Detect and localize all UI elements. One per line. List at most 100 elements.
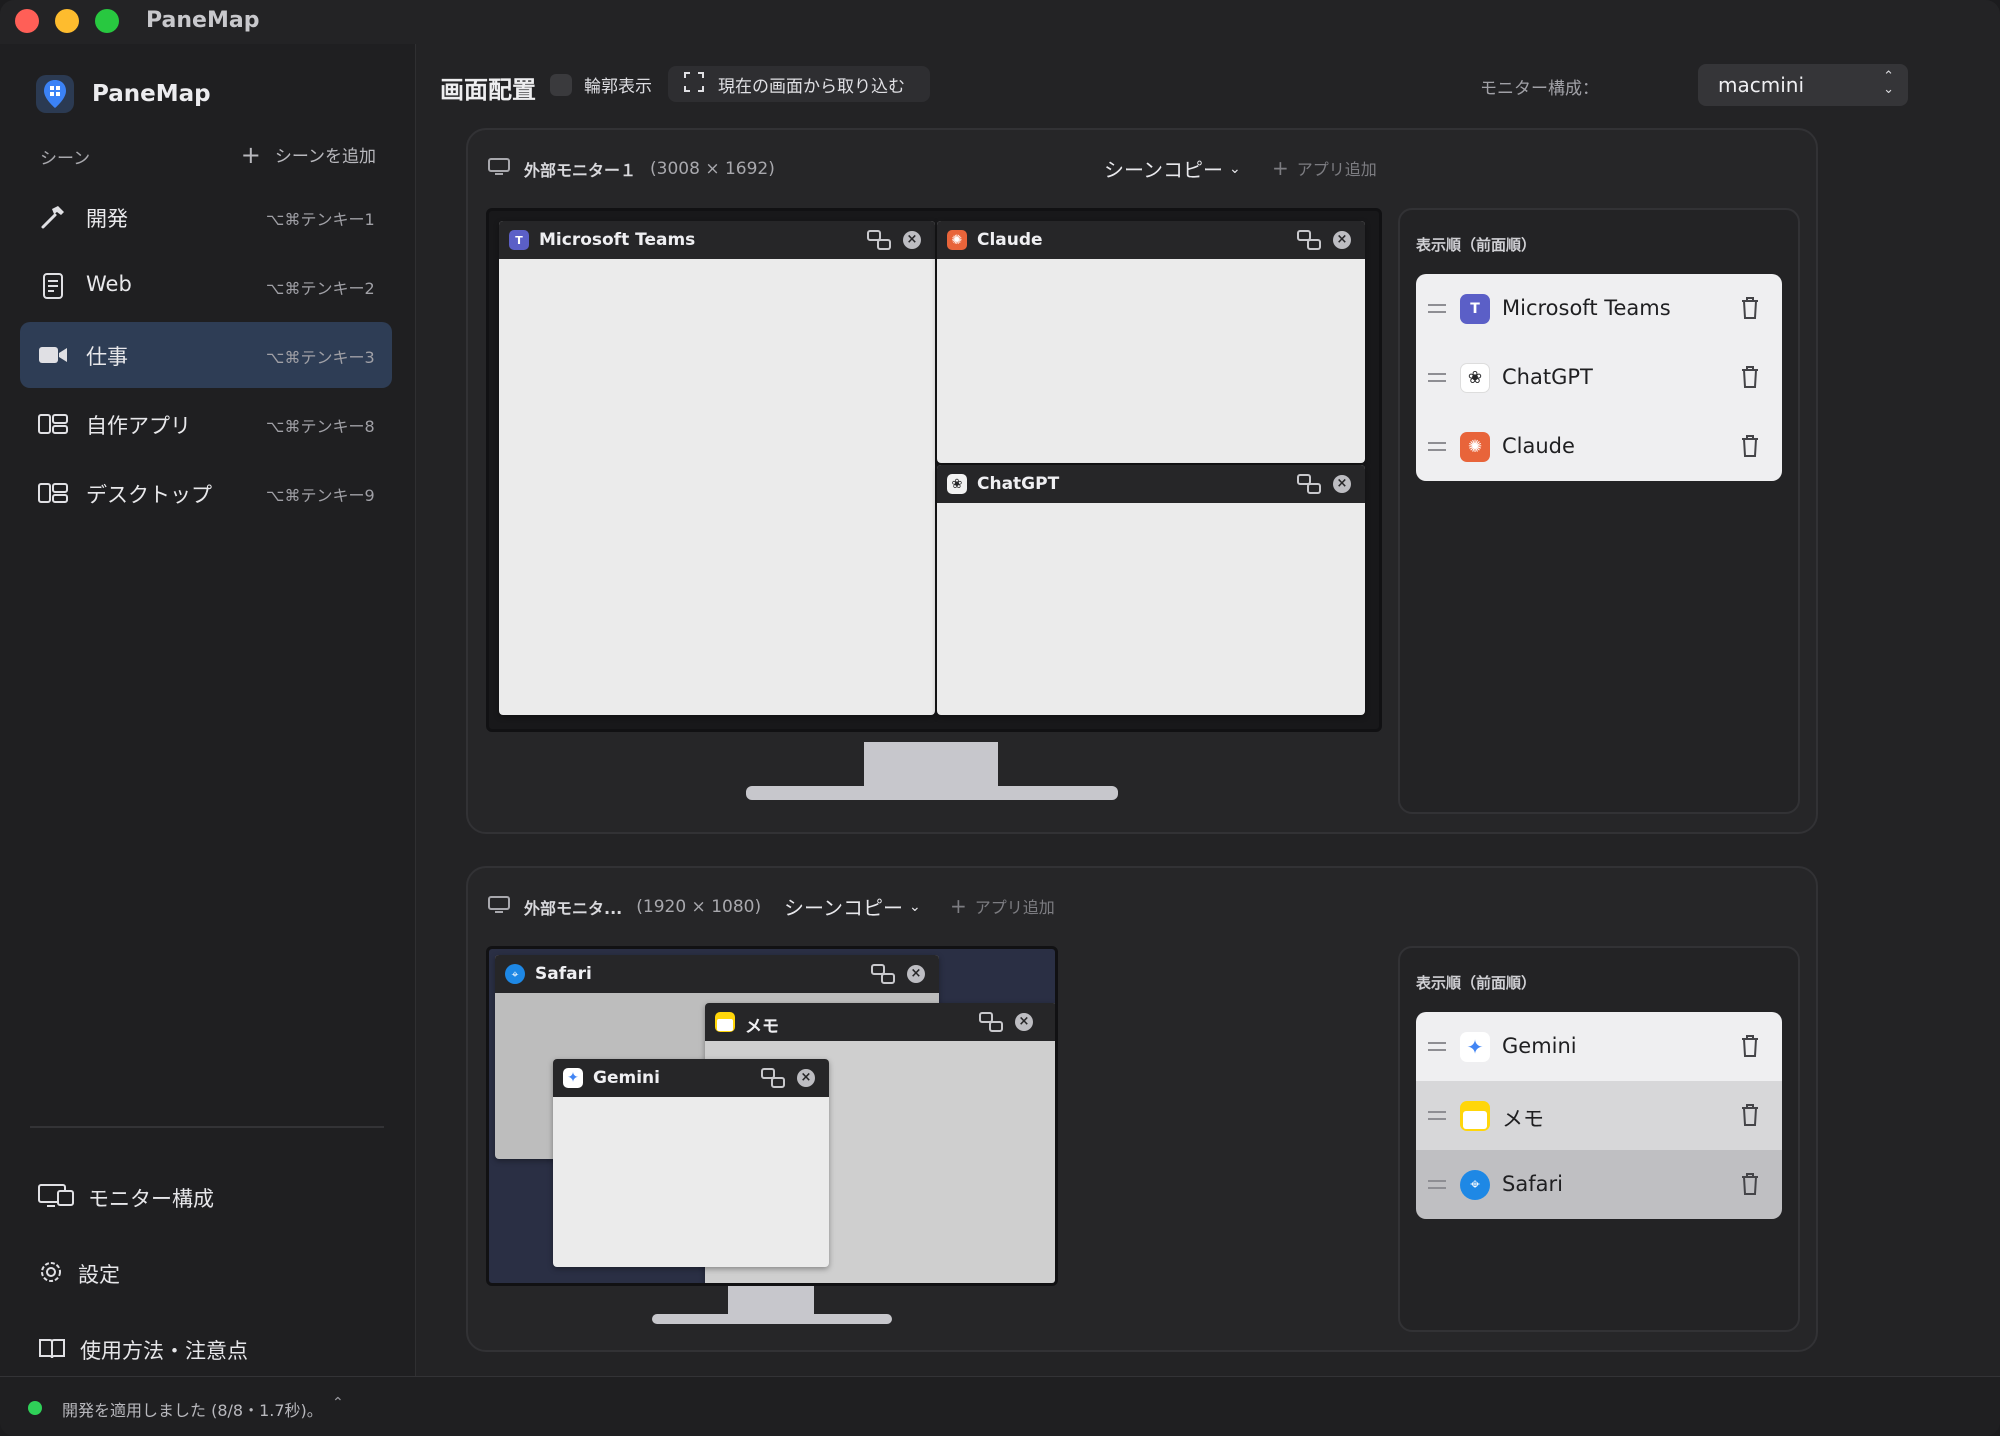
swap-icon[interactable]	[867, 230, 891, 250]
close-icon[interactable]: ×	[797, 1069, 815, 1087]
layout-icon	[38, 410, 68, 438]
monitor-icon	[488, 158, 510, 180]
outline-label: 輪郭表示	[584, 77, 652, 97]
scene-copy-label: シーンコピー	[1104, 158, 1223, 182]
window-title: Safari	[535, 964, 592, 984]
window-title-bar[interactable]: ⌖ Safari ×	[495, 955, 939, 993]
close-icon[interactable]: ×	[907, 965, 925, 983]
stack-order-app-name: Gemini	[1502, 1034, 1577, 1058]
swap-icon[interactable]	[1297, 474, 1321, 494]
scene-shortcut: ⌥⌘テンキー3	[266, 348, 375, 367]
capture-current-screen-button[interactable]: 現在の画面から取り込む	[668, 66, 930, 102]
monitor-resolution: (1920 × 1080)	[636, 897, 762, 917]
trash-icon[interactable]	[1740, 1034, 1760, 1058]
stack-order-panel: 表示順（前面順） ✦ Gemini メモ ⌖ Safari	[1398, 946, 1800, 1332]
scene-item-web[interactable]: Web ⌥⌘テンキー2	[20, 253, 392, 319]
scene-shortcut: ⌥⌘テンキー2	[266, 279, 375, 298]
settings-link[interactable]: 設定	[38, 1254, 120, 1294]
window-microsoft-teams[interactable]: T Microsoft Teams ×	[499, 221, 935, 715]
window-claude[interactable]: ✺ Claude ×	[937, 221, 1365, 463]
stack-order-list: ✦ Gemini メモ ⌖ Safari	[1416, 1012, 1782, 1219]
zoom-window-button[interactable]	[95, 9, 119, 33]
stack-order-row[interactable]: T Microsoft Teams	[1416, 274, 1782, 343]
scene-shortcut: ⌥⌘テンキー1	[266, 210, 375, 229]
stack-order-app-name: ChatGPT	[1502, 365, 1593, 389]
usage-link[interactable]: 使用方法・注意点	[38, 1330, 248, 1370]
drag-handle-icon[interactable]	[1428, 1180, 1446, 1189]
chevron-up-icon[interactable]: ⌃	[332, 1395, 344, 1411]
window-title-bar[interactable]: T Microsoft Teams ×	[499, 221, 935, 259]
trash-icon[interactable]	[1740, 1172, 1760, 1196]
swap-icon[interactable]	[761, 1068, 785, 1088]
gemini-icon: ✦	[1460, 1032, 1490, 1062]
chatgpt-icon: ❀	[1460, 363, 1490, 393]
plus-icon: +	[1272, 156, 1289, 180]
stack-order-title: 表示順（前面順）	[1416, 974, 1537, 992]
close-icon[interactable]: ×	[1333, 475, 1351, 493]
scene-copy-menu[interactable]: シーンコピー ⌄	[784, 892, 921, 921]
stack-order-row[interactable]: ⌖ Safari	[1416, 1150, 1782, 1219]
trash-icon[interactable]	[1740, 296, 1760, 320]
outline-checkbox[interactable]	[550, 73, 572, 96]
swap-icon[interactable]	[979, 1012, 1003, 1032]
window-chatgpt[interactable]: ❀ ChatGPT ×	[937, 465, 1365, 715]
add-scene-button[interactable]: + シーンを追加	[240, 140, 376, 169]
scene-label: 仕事	[86, 345, 128, 369]
window-title-bar[interactable]: ❀ ChatGPT ×	[937, 465, 1365, 503]
close-icon[interactable]: ×	[1015, 1013, 1033, 1031]
capture-label: 現在の画面から取り込む	[718, 76, 905, 97]
plus-icon: +	[240, 140, 261, 169]
scene-header: シーン + シーンを追加	[40, 140, 376, 170]
minimize-window-button[interactable]	[55, 9, 79, 33]
claude-icon: ✺	[1460, 432, 1490, 462]
add-scene-label: シーンを追加	[274, 147, 376, 167]
monitor-config-select[interactable]: macmini ⌃ ⌄	[1698, 64, 1908, 106]
add-app-button[interactable]: + アプリ追加	[950, 894, 1055, 918]
monitor-card-1: 外部モニター１ (3008 × 1692) シーンコピー ⌄ + アプリ追加 T…	[466, 128, 1818, 834]
swap-icon[interactable]	[871, 964, 895, 984]
window-gemini[interactable]: ✦ Gemini ×	[553, 1059, 829, 1267]
window-title-bar[interactable]: ✺ Claude ×	[937, 221, 1365, 259]
window-title-bar[interactable]: ✦ Gemini ×	[553, 1059, 829, 1097]
stack-order-row[interactable]: ❀ ChatGPT	[1416, 343, 1782, 412]
safari-icon: ⌖	[1460, 1170, 1490, 1200]
stack-order-row[interactable]: ✺ Claude	[1416, 412, 1782, 481]
main-toolbar: 画面配置 輪郭表示 現在の画面から取り込む モニター構成： macmini ⌃ ⌄	[416, 44, 2000, 124]
scene-item-dev[interactable]: 開発 ⌥⌘テンキー1	[20, 184, 392, 250]
title-bar: PaneMap	[0, 0, 2000, 44]
monitor-config-link[interactable]: モニター構成	[38, 1178, 214, 1218]
scene-copy-menu[interactable]: シーンコピー ⌄	[1104, 154, 1241, 183]
drag-handle-icon[interactable]	[1428, 304, 1446, 313]
sidebar: PaneMap シーン + シーンを追加 開発 ⌥⌘テンキー1 Web ⌥⌘テン…	[0, 44, 416, 1376]
outline-toggle[interactable]: 輪郭表示	[550, 72, 652, 97]
close-icon[interactable]: ×	[1333, 231, 1351, 249]
add-app-button[interactable]: + アプリ追加	[1272, 156, 1377, 180]
drag-handle-icon[interactable]	[1428, 1042, 1446, 1051]
scene-label: デスクトップ	[86, 483, 212, 507]
scene-copy-label: シーンコピー	[784, 896, 903, 920]
monitor-config-value: macmini	[1718, 73, 1805, 97]
window-title-bar[interactable]: メモ ×	[705, 1003, 1055, 1041]
close-icon[interactable]: ×	[903, 231, 921, 249]
page-title: 画面配置	[440, 76, 536, 104]
settings-label: 設定	[78, 1263, 120, 1287]
scene-item-my-apps[interactable]: 自作アプリ ⌥⌘テンキー8	[20, 391, 392, 457]
trash-icon[interactable]	[1740, 434, 1760, 458]
trash-icon[interactable]	[1740, 1103, 1760, 1127]
scene-item-desktop[interactable]: デスクトップ ⌥⌘テンキー9	[20, 460, 392, 526]
close-window-button[interactable]	[15, 9, 39, 33]
drag-handle-icon[interactable]	[1428, 373, 1446, 382]
plus-icon: +	[950, 894, 967, 918]
drag-handle-icon[interactable]	[1428, 442, 1446, 451]
scene-list: 開発 ⌥⌘テンキー1 Web ⌥⌘テンキー2 仕事 ⌥⌘テンキー3 自作アプリ …	[20, 184, 392, 529]
trash-icon[interactable]	[1740, 365, 1760, 389]
swap-icon[interactable]	[1297, 230, 1321, 250]
window-title: PaneMap	[146, 8, 260, 33]
brand-name: PaneMap	[92, 81, 211, 107]
stack-order-row[interactable]: メモ	[1416, 1081, 1782, 1150]
scene-item-work[interactable]: 仕事 ⌥⌘テンキー3	[20, 322, 392, 388]
chevron-down-icon: ⌄	[1229, 160, 1241, 177]
stack-order-row[interactable]: ✦ Gemini	[1416, 1012, 1782, 1081]
drag-handle-icon[interactable]	[1428, 1111, 1446, 1120]
monitor-header: 外部モニタ... (1920 × 1080)	[488, 894, 761, 920]
